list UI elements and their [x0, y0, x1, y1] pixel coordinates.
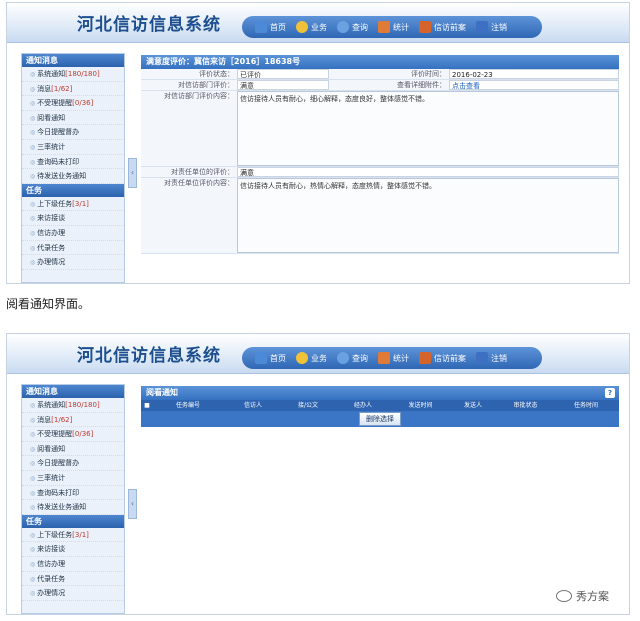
app-title: 河北信访信息系统: [77, 346, 221, 366]
app-header: 河北信访信息系统 首页 业务 查询 统计 信访前案 注销: [7, 3, 629, 43]
collapse-sidebar-button[interactable]: ‹: [128, 158, 137, 188]
sidebar-item-proxy-task[interactable]: 代录任务: [22, 572, 124, 587]
notice-panel: 阅看通知 ? ■ 任务编号 信访人 接/公文 经办人 发送时间 发送人 审批状态…: [141, 386, 619, 427]
screenshot-notice: 河北信访信息系统 首页 业务 查询 统计 信访前案 注销 通知消息 系统通知[1…: [6, 333, 630, 615]
chart-icon: [378, 352, 390, 364]
sidebar-item-handle[interactable]: 信访办理: [22, 226, 124, 241]
sidebar-item-code-unprinted[interactable]: 查询码未打印: [22, 155, 124, 170]
top-nav: 首页 业务 查询 统计 信访前案 注销: [255, 349, 507, 367]
nav-business[interactable]: 业务: [296, 352, 327, 364]
sidebar-item-visit-reception[interactable]: 来访接谈: [22, 542, 124, 557]
sidebar-item-three-rate[interactable]: 三率统计: [22, 140, 124, 155]
sidebar-section-notice[interactable]: 通知消息: [22, 54, 124, 67]
notice-table-header: ■ 任务编号 信访人 接/公文 经办人 发送时间 发送人 审批状态 任务时间: [141, 400, 619, 411]
notice-title: 阅看通知: [146, 388, 178, 397]
row-unit: 对责任单位的评价： 满意: [141, 167, 619, 178]
chart-icon: [378, 21, 390, 33]
nav-home[interactable]: 首页: [255, 21, 286, 33]
nav-query[interactable]: 查询: [337, 21, 368, 33]
notice-table-footer: 删除选择: [141, 411, 619, 427]
row-dept: 对信访部门评价： 满意 查看详细附件： 点击查看: [141, 80, 619, 91]
sidebar-item-today-supervise[interactable]: 今日提醒督办: [22, 125, 124, 140]
sidebar-item-system-notice[interactable]: 系统通知[180/180]: [22, 398, 124, 413]
row-dept-content: 对信访部门评价内容： 信访接待人员有耐心，细心解释，态度良好，整体感觉不错。: [141, 91, 619, 167]
unit-content-textarea[interactable]: 信访接待人员有耐心，热情心解释，态度热情，整体感觉不错。: [237, 178, 619, 253]
notice-title-bar: 阅看通知 ?: [141, 386, 619, 400]
sidebar-item-handle[interactable]: 信访办理: [22, 557, 124, 572]
sidebar-item-upper-lower[interactable]: 上下级任务[3/1]: [22, 197, 124, 212]
sidebar: 通知消息 系统通知[180/180] 消息[1/62] 不受理提醒[0/36] …: [21, 53, 125, 283]
status-value: 已评价: [237, 69, 329, 79]
help-icon[interactable]: ?: [605, 388, 615, 398]
sidebar-item-pending-send[interactable]: 待发送业务通知: [22, 500, 124, 515]
archive-icon: [419, 21, 431, 33]
col-petitioner: 信访人: [243, 402, 262, 409]
detail-panel: 满意度评价：冀信来访［2016］18638号 评价状态： 已评价 评价时间： 2…: [141, 55, 619, 254]
col-send-time: 发送时间: [408, 402, 433, 409]
sidebar-item-read-notice[interactable]: 阅看通知: [22, 442, 124, 457]
archive-icon: [419, 352, 431, 364]
nav-business[interactable]: 业务: [296, 21, 327, 33]
search-icon: [337, 352, 349, 364]
sidebar-item-three-rate[interactable]: 三率统计: [22, 471, 124, 486]
nav-stats[interactable]: 统计: [378, 21, 409, 33]
sidebar-item-status[interactable]: 办理情况: [22, 255, 124, 270]
sidebar-item-pending-send[interactable]: 待发送业务通知: [22, 169, 124, 184]
business-icon: [296, 352, 308, 364]
sidebar-item-messages[interactable]: 消息[1/62]: [22, 82, 124, 97]
sidebar-item-messages[interactable]: 消息[1/62]: [22, 413, 124, 428]
caption: 阅看通知界面。: [6, 297, 91, 311]
attach-link[interactable]: 点击查看: [449, 80, 619, 90]
col-task-no: 任务编号: [175, 402, 200, 409]
app-header: 河北信访信息系统 首页 业务 查询 统计 信访前案 注销: [7, 334, 629, 374]
row-status: 评价状态： 已评价 评价时间： 2016-02-23: [141, 69, 619, 80]
collapse-sidebar-button[interactable]: ‹: [128, 489, 137, 519]
sidebar-section-tasks[interactable]: 任务: [22, 183, 124, 197]
sidebar-item-system-notice[interactable]: 系统通知[180/180]: [22, 67, 124, 82]
nav-archive[interactable]: 信访前案: [419, 352, 466, 364]
nav-logout[interactable]: 注销: [476, 352, 507, 364]
delete-selected-button[interactable]: 删除选择: [359, 412, 401, 426]
sidebar-section-tasks[interactable]: 任务: [22, 514, 124, 528]
user-icon: [476, 21, 488, 33]
nav-query[interactable]: 查询: [337, 352, 368, 364]
sidebar-item-visit-reception[interactable]: 来访接谈: [22, 211, 124, 226]
search-icon: [337, 21, 349, 33]
screenshot-detail: 河北信访信息系统 首页 业务 查询 统计 信访前案 注销 通知消息 系统通知[1…: [6, 2, 630, 284]
nav-archive[interactable]: 信访前案: [419, 21, 466, 33]
row-unit-content: 对责任单位评价内容： 信访接待人员有耐心，热情心解释，态度热情，整体感觉不错。: [141, 178, 619, 254]
sidebar-item-code-unprinted[interactable]: 查询码未打印: [22, 486, 124, 501]
nav-logout[interactable]: 注销: [476, 21, 507, 33]
sidebar: 通知消息 系统通知[180/180] 消息[1/62] 不受理提醒[0/36] …: [21, 384, 125, 614]
col-approval: 审批状态: [513, 402, 538, 409]
nav-stats[interactable]: 统计: [378, 352, 409, 364]
select-all-checkbox[interactable]: ■: [141, 400, 153, 411]
detail-title: 满意度评价：冀信来访［2016］18638号: [141, 55, 619, 69]
home-icon: [255, 21, 267, 33]
app-title: 河北信访信息系统: [77, 15, 221, 35]
col-handler: 经办人: [353, 402, 372, 409]
col-task-time: 任务时间: [573, 402, 598, 409]
sidebar-item-reject-reminder[interactable]: 不受理提醒[0/36]: [22, 96, 124, 111]
top-nav: 首页 业务 查询 统计 信访前案 注销: [255, 18, 507, 36]
sidebar-item-upper-lower[interactable]: 上下级任务[3/1]: [22, 528, 124, 543]
dept-content-textarea[interactable]: 信访接待人员有耐心，细心解释，态度良好，整体感觉不错。: [237, 91, 619, 166]
user-icon: [476, 352, 488, 364]
watermark: 秀方案: [556, 588, 609, 604]
unit-value: 满意: [237, 167, 619, 177]
time-value: 2016-02-23: [449, 69, 619, 79]
home-icon: [255, 352, 267, 364]
sidebar-item-status[interactable]: 办理情况: [22, 586, 124, 601]
col-sender: 发送人: [463, 402, 482, 409]
nav-home[interactable]: 首页: [255, 352, 286, 364]
business-icon: [296, 21, 308, 33]
sidebar-item-read-notice[interactable]: 阅看通知: [22, 111, 124, 126]
sidebar-section-notice[interactable]: 通知消息: [22, 385, 124, 398]
sidebar-item-today-supervise[interactable]: 今日提醒督办: [22, 456, 124, 471]
wechat-icon: [556, 590, 572, 602]
sidebar-item-reject-reminder[interactable]: 不受理提醒[0/36]: [22, 427, 124, 442]
sidebar-item-proxy-task[interactable]: 代录任务: [22, 241, 124, 256]
dept-value: 满意: [237, 80, 329, 90]
col-document: 接/公文: [297, 402, 319, 409]
